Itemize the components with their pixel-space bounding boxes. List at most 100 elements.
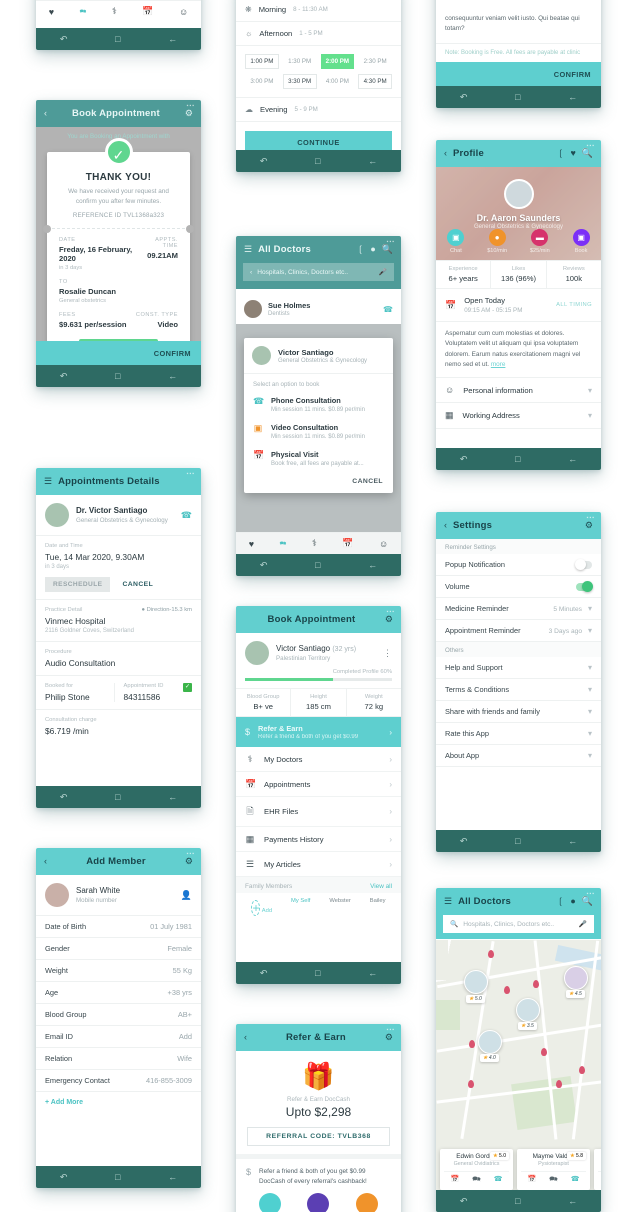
back-arrow-icon[interactable]: ← — [368, 560, 377, 570]
chat-icon[interactable]: 🗪 — [280, 539, 287, 549]
action-video-call[interactable]: ▬ $25/min — [530, 229, 550, 254]
list-item[interactable]: Age +38 yrs — [36, 982, 201, 1004]
action-audio-call[interactable]: ● $10/min — [487, 229, 507, 254]
stethoscope-icon[interactable]: ⚕ — [112, 6, 117, 17]
hamburger-icon[interactable]: ☰ — [244, 245, 252, 254]
back-icon[interactable]: ‹ — [250, 269, 252, 276]
evening-section[interactable]: ☁ Evening 5 - 9 PM — [236, 98, 401, 122]
home-square-icon[interactable]: □ — [115, 34, 120, 44]
list-item[interactable]: Weight 55 Kg — [36, 960, 201, 982]
recents-icon[interactable]: ↶ — [60, 371, 68, 382]
recents-icon[interactable]: ↶ — [260, 968, 268, 979]
menu-item-payments-history[interactable]: ▦ Payments History › — [236, 827, 401, 852]
back-arrow-icon[interactable]: ← — [368, 968, 377, 978]
view-all-link[interactable]: View all — [370, 883, 392, 890]
accordion-personal-information[interactable]: ☺ Personal information ▾ — [436, 378, 601, 403]
android-navbar[interactable]: ↶ □ ← — [36, 28, 201, 50]
share-icon[interactable]: ❲ — [557, 149, 565, 158]
setting-medicine-reminder[interactable]: Medicine Reminder 5 Minutes ▾ — [436, 598, 601, 620]
recents-icon[interactable]: ↶ — [460, 454, 468, 465]
list-item[interactable]: Date of Birth 01 July 1981 — [36, 916, 201, 938]
chevron-down-icon[interactable]: ▾ — [588, 685, 592, 694]
list-item[interactable]: Sue Holmes Dentists ☎ — [236, 294, 401, 324]
mic-icon[interactable]: 🎤 — [579, 920, 587, 928]
field-value[interactable]: Add — [179, 1032, 192, 1041]
hamburger-icon[interactable]: ☰ — [44, 477, 52, 486]
setting-appointment-reminder[interactable]: Appointment Reminder 3 Days ago ▾ — [436, 620, 601, 642]
chat-icon[interactable]: 🗪 — [472, 1175, 481, 1186]
back-arrow-icon[interactable]: ← — [168, 34, 177, 44]
android-navbar[interactable]: ↶ □ ← — [436, 830, 601, 852]
android-navbar[interactable]: ↶ □ ← — [36, 786, 201, 808]
chat-icon[interactable]: 🗪 — [549, 1175, 558, 1186]
setting-popup-notification[interactable]: Popup Notification — [436, 554, 601, 576]
time-slot[interactable]: 3:30 PM — [282, 74, 317, 89]
home-square-icon[interactable]: □ — [115, 792, 120, 802]
menu-item-my-doctors[interactable]: ⚕ My Doctors › — [236, 747, 401, 772]
dialog-cancel-button[interactable]: CANCEL — [244, 472, 393, 493]
refer-earn-banner[interactable]: $ Refer & Earn Refer a friend & both of … — [236, 717, 401, 747]
search-icon[interactable]: 🔍 — [582, 897, 593, 906]
android-navbar[interactable]: ↶ □ ← — [36, 365, 201, 387]
android-navbar[interactable]: ↶ □ ← — [436, 86, 601, 108]
action-book[interactable]: ▣ Book — [572, 229, 590, 254]
back-icon[interactable]: ‹ — [444, 149, 447, 158]
chevron-down-icon[interactable]: ▾ — [588, 604, 592, 613]
kebab-menu-icon[interactable]: ⋮ — [383, 648, 392, 659]
calendar-icon[interactable]: 📅 — [450, 1175, 459, 1186]
gear-icon[interactable]: ⚙ — [585, 521, 593, 530]
phone-icon[interactable]: ☎ — [383, 305, 393, 314]
back-icon[interactable]: ‹ — [44, 857, 47, 866]
home-square-icon[interactable]: □ — [115, 371, 120, 381]
doctor-card-carousel[interactable]: ★ 5.0 Edwin Gordon General Ovidiatrics 📅… — [436, 1149, 601, 1190]
location-pin-icon[interactable]: ● — [370, 245, 375, 254]
setting-volume[interactable]: Volume — [436, 576, 601, 598]
search-input[interactable]: ‹ Hospitals, Clinics, Doctors etc.. 🎤 — [243, 263, 394, 281]
time-slot[interactable]: 3:00 PM — [245, 74, 279, 89]
chevron-down-icon[interactable]: ▾ — [588, 663, 592, 672]
confirm-bar[interactable]: CONFIRM — [436, 62, 601, 86]
menu-item-my-articles[interactable]: ☰ My Articles › — [236, 852, 401, 877]
chevron-down-icon[interactable]: ▾ — [588, 751, 592, 760]
home-square-icon[interactable]: □ — [515, 836, 520, 846]
gear-icon[interactable]: ⚙ — [185, 109, 193, 118]
family-add[interactable]: + Add — [251, 898, 272, 918]
share-icon[interactable]: ❲ — [357, 245, 365, 254]
android-navbar[interactable]: ↶ □ ← — [236, 554, 401, 576]
cancel-button[interactable]: CANCEL — [122, 581, 153, 588]
recents-icon[interactable]: ↶ — [260, 156, 268, 167]
bottom-tabbar[interactable]: ♥ 🗪 ⚕ 📅 ☺ — [36, 0, 201, 22]
time-slot[interactable]: 4:30 PM — [358, 74, 392, 89]
recents-icon[interactable]: ↶ — [60, 34, 68, 45]
hamburger-icon[interactable]: ☰ — [444, 897, 452, 906]
heart-icon[interactable]: ♥ — [570, 149, 575, 158]
afternoon-section[interactable]: ☼ Afternoon 1 - 5 PM — [236, 22, 401, 46]
search-icon[interactable]: 🔍 — [382, 245, 393, 254]
family-member[interactable]: Bailey — [370, 898, 386, 918]
back-arrow-icon[interactable]: ← — [568, 454, 577, 464]
option-video-consultation[interactable]: ▣ Video Consultation Min session 11 mins… — [244, 418, 393, 445]
list-item[interactable]: Relation Wife — [36, 1048, 201, 1070]
back-arrow-icon[interactable]: ← — [568, 92, 577, 102]
phone-icon[interactable]: ☎ — [571, 1175, 580, 1186]
reschedule-button[interactable]: RESCHEDULE — [45, 577, 111, 592]
time-slot-grid[interactable]: 1:00 PM 1:30 PM 2:00 PM 2:30 PM 3:00 PM … — [236, 46, 401, 98]
android-navbar[interactable]: ↶ □ ← — [436, 1190, 601, 1212]
doctor-card[interactable]: ★ 5.8 Mayme Valdez Pysioterapist 📅 🗪 ☎ — [517, 1149, 590, 1190]
option-physical-visit[interactable]: 📅 Physical Visit Book free, all fees are… — [244, 445, 393, 472]
recents-icon[interactable]: ↶ — [260, 560, 268, 571]
android-navbar[interactable]: ↶ □ ← — [36, 1166, 201, 1188]
time-slot[interactable]: 4:00 PM — [321, 74, 355, 89]
home-square-icon[interactable]: □ — [315, 968, 320, 978]
setting-about-app[interactable]: About App ▾ — [436, 745, 601, 767]
bottom-tabbar[interactable]: ♥ 🗪 ⚕ 📅 ☺ — [236, 532, 401, 554]
time-slot[interactable]: 2:30 PM — [358, 54, 392, 69]
add-more-button[interactable]: + Add More — [36, 1092, 201, 1113]
option-phone-consultation[interactable]: ☎ Phone Consultation Min session 11 mins… — [244, 391, 393, 418]
toggle-popup-notification[interactable] — [575, 559, 592, 570]
calendar-icon[interactable]: 📅 — [342, 538, 353, 549]
time-slot[interactable]: 1:30 PM — [283, 54, 317, 69]
setting-rate-this-app[interactable]: Rate this App ▾ — [436, 723, 601, 745]
back-arrow-icon[interactable]: ← — [568, 1196, 577, 1206]
android-navbar[interactable]: ↶ □ ← — [236, 150, 401, 172]
